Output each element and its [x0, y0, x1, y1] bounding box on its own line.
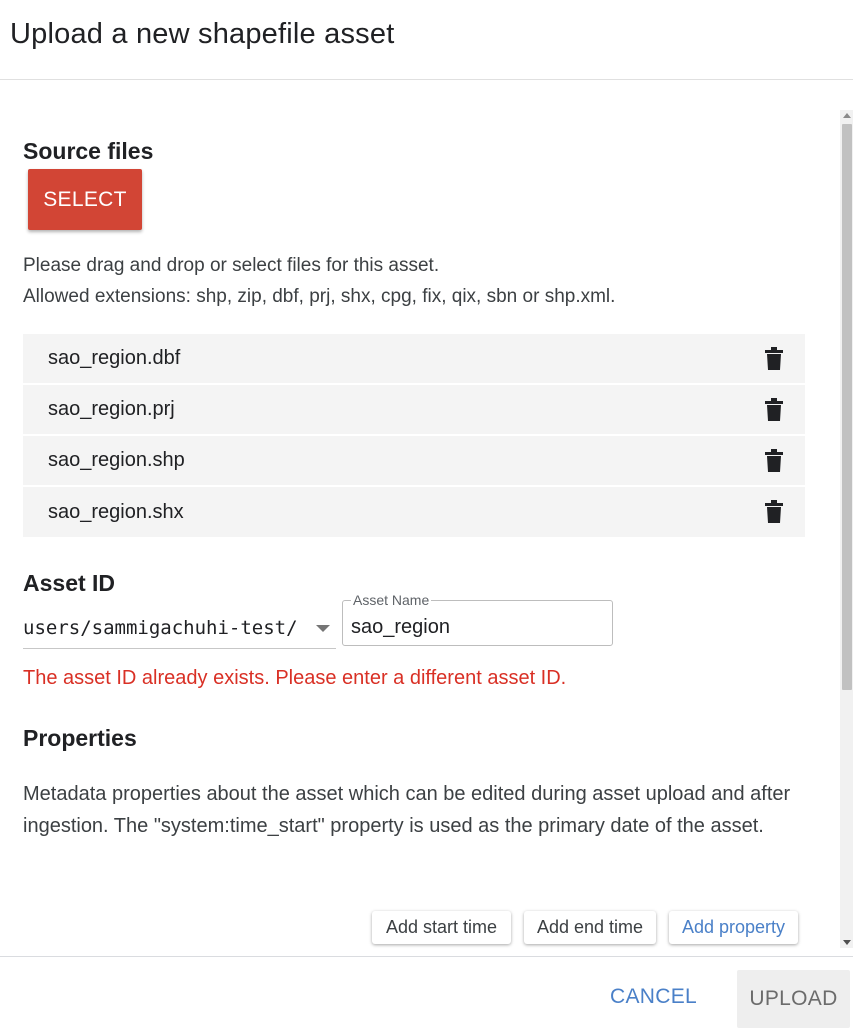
allowed-extensions: Allowed extensions: shp, zip, dbf, prj, …	[23, 286, 616, 307]
trash-icon[interactable]	[763, 500, 785, 524]
file-row: sao_region.prj	[23, 385, 805, 436]
add-start-time-button[interactable]: Add start time	[372, 911, 511, 944]
add-end-time-button[interactable]: Add end time	[524, 911, 656, 944]
asset-id-heading: Asset ID	[23, 570, 116, 596]
file-row: sao_region.shp	[23, 436, 805, 487]
prefix-underline	[23, 648, 336, 649]
file-name: sao_region.shp	[48, 449, 185, 471]
dropdown-arrow-icon[interactable]	[316, 625, 330, 632]
properties-description: Metadata properties about the asset whic…	[23, 783, 791, 837]
asset-prefix-select[interactable]: users/sammigachuhi-test/	[23, 617, 298, 639]
properties-heading: Properties	[23, 725, 137, 751]
asset-name-value[interactable]: sao_region	[351, 616, 450, 639]
source-files-heading: Source files	[23, 138, 154, 164]
dialog-content: Source files SELECT Please drag and drop…	[0, 80, 840, 956]
file-name: sao_region.prj	[48, 398, 175, 420]
scroll-up-icon[interactable]	[843, 113, 851, 118]
trash-icon[interactable]	[763, 346, 785, 371]
file-name: sao_region.dbf	[48, 347, 181, 369]
upload-button[interactable]: UPLOAD	[737, 970, 850, 1028]
trash-icon[interactable]	[763, 448, 785, 473]
asset-id-error: The asset ID already exists. Please ente…	[23, 667, 567, 689]
drop-hint: Please drag and drop or select files for…	[23, 255, 440, 276]
asset-name-label: Asset Name	[351, 592, 432, 608]
footer-divider	[0, 956, 853, 957]
file-name: sao_region.shx	[48, 500, 184, 523]
file-row: sao_region.shx	[23, 487, 805, 538]
file-row: sao_region.dbf	[23, 334, 805, 385]
file-list: sao_region.dbf sao_region.prj sao_region…	[23, 334, 805, 538]
cancel-button[interactable]: CANCEL	[610, 985, 697, 1009]
scroll-down-icon[interactable]	[843, 940, 851, 945]
select-files-button[interactable]: SELECT	[28, 169, 142, 230]
scrollbar-thumb[interactable]	[842, 124, 852, 690]
dialog-title: Upload a new shapefile asset	[10, 18, 395, 50]
add-property-button[interactable]: Add property	[669, 911, 798, 944]
trash-icon[interactable]	[763, 397, 785, 422]
